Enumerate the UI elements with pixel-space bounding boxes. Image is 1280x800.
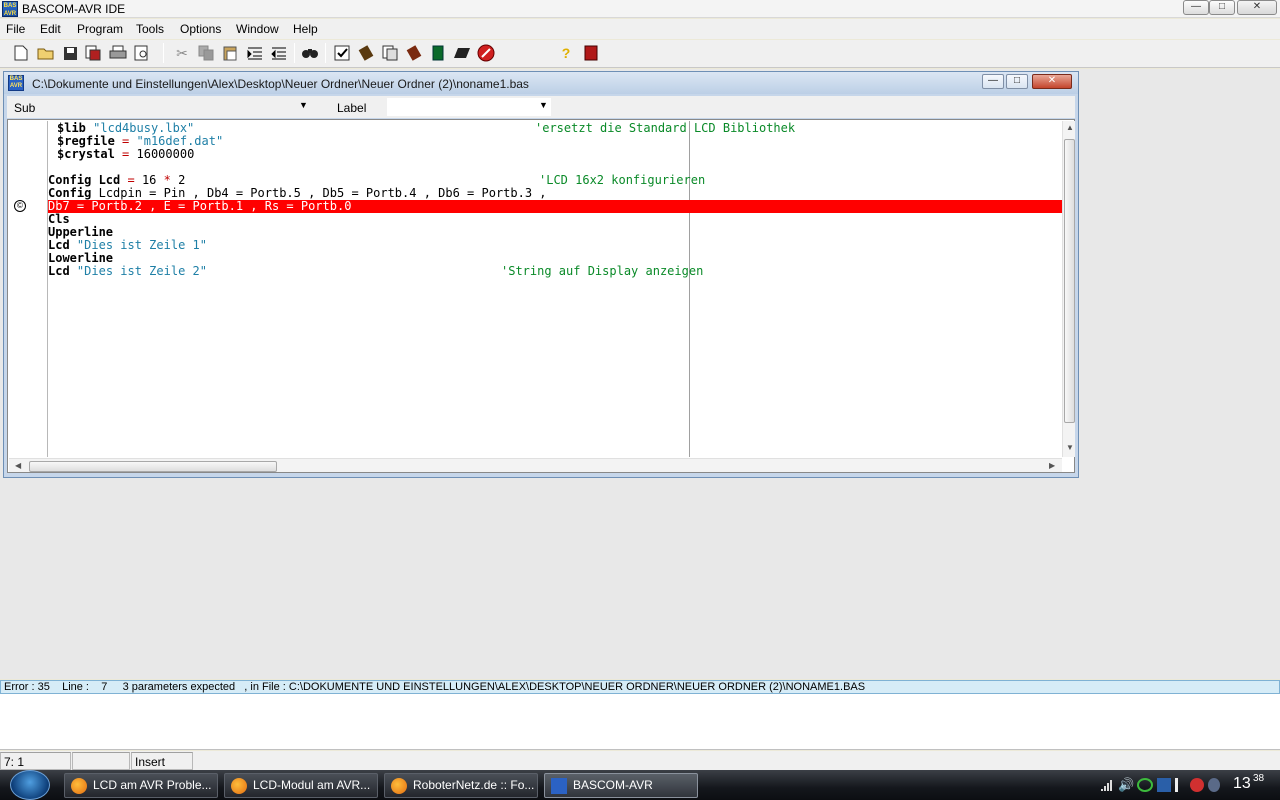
open-folder-icon[interactable] [35,42,57,64]
tray-status-icon[interactable] [1208,778,1220,792]
code-editor[interactable]: © $lib "lcd4busy.lbx" 'ersetzt die Stand… [7,119,1075,473]
network-adapter-icon[interactable] [1157,778,1171,792]
menu-file[interactable]: File [6,22,25,36]
code-comment: 'String auf Display anzeigen [501,264,704,278]
clock-minute[interactable]: 38 [1253,773,1264,784]
chevron-down-icon[interactable]: ▼ [539,100,548,110]
antivirus-shield-icon[interactable] [1190,778,1204,792]
save-icon[interactable] [59,42,81,64]
taskbar-item-bascom[interactable]: BASCOM-AVR [544,773,698,798]
scroll-up-icon[interactable]: ▲ [1066,123,1074,132]
cursor-position: 7: 1 [0,752,71,770]
save-as-icon[interactable] [82,42,104,64]
menu-help[interactable]: Help [293,22,318,36]
error-list-row[interactable]: Error : 35 Line : 7 3 parameters expecte… [0,680,1280,694]
print-icon[interactable] [107,42,129,64]
chevron-down-icon[interactable]: ▼ [299,100,308,110]
label-dropdown[interactable] [387,98,551,116]
simulator-icon[interactable] [403,42,425,64]
app-title: BASCOM-AVR IDE [22,2,126,16]
new-file-icon[interactable] [10,42,32,64]
vertical-scrollbar[interactable]: ▲ ▼ [1062,121,1075,457]
app-minimize-button[interactable]: — [1183,0,1209,15]
sub-dropdown[interactable]: Sub [14,101,35,115]
bascom-app-icon: BAS AVR [2,1,18,17]
toolbar-separator [163,43,164,63]
menu-window[interactable]: Window [236,22,279,36]
copy-icon[interactable] [195,42,217,64]
terminal-icon[interactable] [451,42,473,64]
status-bar: 7: 1 Insert [0,751,1280,771]
indent-icon[interactable] [244,42,266,64]
code-comment: 'ersetzt die Standard LCD Bibliothek [535,122,796,135]
editor-minimize-button[interactable]: — [982,74,1004,89]
app-maximize-button[interactable]: □ [1209,0,1235,15]
horizontal-scrollbar[interactable]: ◀ ▶ [9,458,1062,472]
taskbar-item-firefox-lcd-modul[interactable]: LCD-Modul am AVR... [224,773,378,798]
toolbar-separator [294,43,295,63]
exit-icon[interactable] [580,42,602,64]
error-message: Error : 35 Line : 7 3 parameters expecte… [4,681,866,693]
scroll-down-icon[interactable]: ▼ [1066,443,1074,452]
taskbar-item-firefox-lcd-problem[interactable]: LCD am AVR Proble... [64,773,218,798]
taskbar-item-firefox-roboternetz[interactable]: RoboterNetz.de :: Fo... [384,773,538,798]
sub-label-navigation-bar: Sub ▼ Label ▼ [7,96,1075,118]
editor-file-path: C:\Dokumente und Einstellungen\Alex\Desk… [32,77,529,91]
print-preview-icon[interactable] [131,42,153,64]
flag-icon[interactable] [1175,778,1183,792]
cut-icon[interactable]: ✂ [171,42,193,64]
find-icon[interactable] [299,42,321,64]
bascom-app-icon [551,778,567,794]
app-title-bar: BAS AVR BASCOM-AVR IDE — □ ✕ [0,0,1280,18]
toolbar-separator [325,43,326,63]
error-highlighted-line: Db7 = Portb.2 , E = Portb.1 , Rs = Portb… [48,200,1062,213]
scroll-right-icon[interactable]: ▶ [1049,461,1055,470]
code-line: $crystal = 16000000 [57,147,195,161]
bascom-document-icon: BAS AVR [8,75,24,91]
firefox-icon [71,778,87,794]
paste-icon[interactable] [219,42,241,64]
unindent-icon[interactable] [268,42,290,64]
code-line: Lcd "Dies ist Zeile 2" [48,264,207,278]
program-chip-icon[interactable] [427,42,449,64]
vertical-scroll-thumb[interactable] [1064,139,1075,423]
editor-close-button[interactable]: ✕ [1032,74,1072,89]
editor-window: BAS AVR C:\Dokumente und Einstellungen\A… [3,71,1079,478]
volume-icon[interactable]: 🔊 [1118,777,1134,793]
help-icon[interactable]: ? [555,42,577,64]
syntax-check-icon[interactable] [331,42,353,64]
app-close-button[interactable]: ✕ [1237,0,1277,15]
menu-program[interactable]: Program [77,22,123,36]
horizontal-scroll-thumb[interactable] [29,461,277,472]
editor-maximize-button[interactable]: □ [1006,74,1028,89]
editor-window-title-bar[interactable]: BAS AVR C:\Dokumente und Einstellungen\A… [4,72,1078,94]
code-comment: 'LCD 16x2 konfigurieren [539,173,706,187]
modified-indicator [72,752,130,770]
insert-mode-indicator: Insert [131,752,193,770]
start-button[interactable] [10,770,50,800]
error-marker-icon: © [14,200,26,212]
firefox-icon [391,778,407,794]
toolbar: ✂ ? [0,40,1280,68]
network-signal-icon[interactable] [1100,778,1114,792]
label-caption: Label [337,101,367,115]
menu-edit[interactable]: Edit [40,22,61,36]
menu-options[interactable]: Options [180,22,221,36]
code-area[interactable]: $lib "lcd4busy.lbx" 'ersetzt die Standar… [48,122,1062,458]
compile-icon[interactable] [355,42,377,64]
show-result-icon[interactable] [379,42,401,64]
menu-bar: File Edit Program Tools Options Window H… [0,19,1280,39]
menu-tools[interactable]: Tools [136,22,164,36]
stop-icon[interactable] [475,42,497,64]
eye-monitor-icon[interactable] [1137,778,1153,792]
editor-gutter[interactable] [9,121,48,457]
firefox-icon [231,778,247,794]
clock-hour[interactable]: 13 [1233,775,1251,793]
scroll-left-icon[interactable]: ◀ [15,461,21,470]
error-panel [0,694,1280,750]
